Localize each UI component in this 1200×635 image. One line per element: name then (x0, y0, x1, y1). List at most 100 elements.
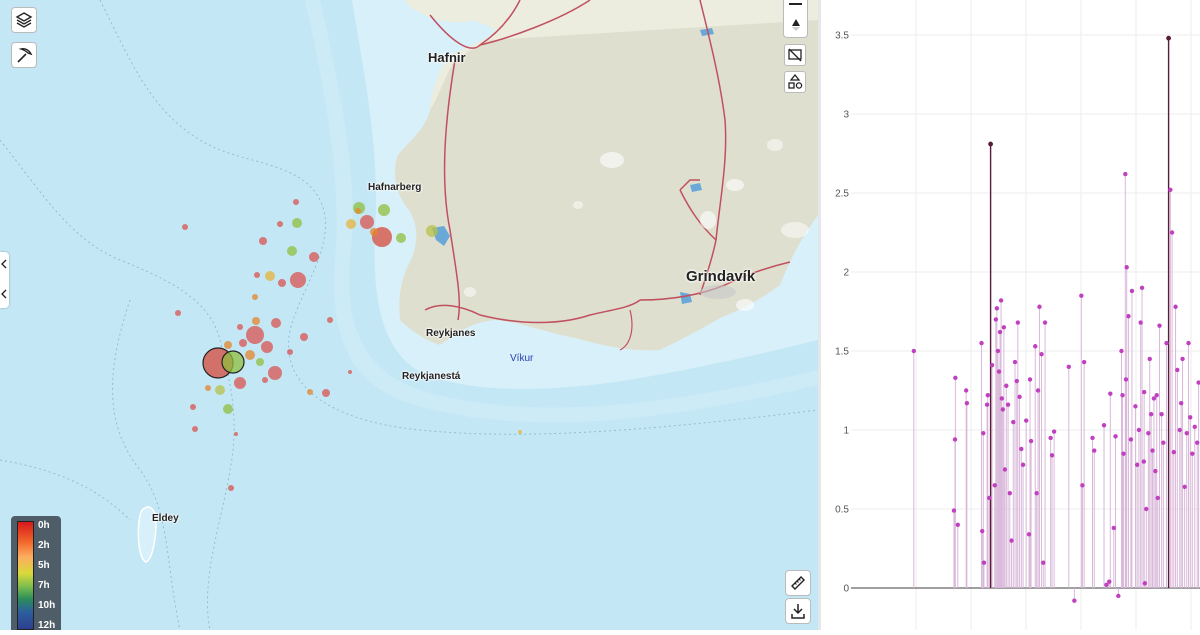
earthquake-marker[interactable] (265, 271, 275, 281)
chart-point[interactable] (1048, 435, 1053, 441)
chart-point[interactable] (1146, 430, 1151, 436)
chart-point[interactable] (1113, 434, 1118, 439)
chart-point[interactable] (1175, 367, 1180, 373)
chart-point[interactable] (1147, 356, 1152, 362)
chart-point[interactable] (1092, 448, 1097, 453)
chart-point[interactable] (1150, 448, 1155, 453)
chart-point[interactable] (1153, 468, 1158, 474)
earthquake-marker[interactable] (327, 317, 333, 323)
earthquake-marker[interactable] (234, 432, 238, 436)
chart-point[interactable] (1017, 394, 1022, 400)
chart-point[interactable] (1108, 391, 1113, 396)
chart-point[interactable] (997, 329, 1003, 335)
chart-point[interactable] (1042, 320, 1048, 325)
chart-point[interactable] (1123, 171, 1128, 177)
chart-point[interactable] (1034, 491, 1039, 496)
chart-point[interactable] (955, 522, 960, 527)
earthquake-marker[interactable] (355, 208, 361, 214)
chart-point[interactable] (1177, 427, 1182, 433)
chart-point[interactable] (1157, 323, 1162, 328)
hide-layer-button[interactable] (784, 44, 806, 66)
chart-point[interactable] (1005, 402, 1011, 407)
chart-point[interactable] (911, 348, 917, 354)
chart-point[interactable] (1141, 459, 1147, 464)
earthquake-marker[interactable] (268, 366, 282, 380)
chart-point[interactable] (1169, 230, 1175, 235)
chart-point[interactable] (1090, 435, 1095, 441)
chart-point[interactable] (1144, 506, 1149, 512)
chart-point[interactable] (1107, 579, 1112, 584)
collapse-tab[interactable] (0, 252, 9, 308)
chart-point[interactable] (1190, 451, 1195, 456)
chart-point[interactable] (1173, 304, 1178, 309)
earthquake-marker[interactable] (192, 426, 198, 432)
chart-point[interactable] (1155, 495, 1160, 501)
chart-point[interactable] (1124, 265, 1129, 270)
earthquake-marker[interactable] (277, 221, 283, 227)
earthquake-marker[interactable] (370, 228, 378, 236)
chart-point[interactable] (989, 363, 995, 368)
chart-point[interactable] (998, 298, 1004, 303)
earthquake-marker[interactable] (261, 341, 273, 353)
layers-button[interactable] (11, 7, 37, 33)
chart-point[interactable] (1001, 325, 1007, 330)
chart-point[interactable] (1159, 412, 1164, 417)
chart-point[interactable] (1027, 377, 1033, 382)
chart-point[interactable] (1171, 449, 1177, 455)
chart-point[interactable] (1020, 462, 1026, 467)
chart-point[interactable] (1019, 446, 1024, 452)
chart-point[interactable] (985, 393, 991, 398)
chart-point[interactable] (1180, 356, 1185, 362)
chart-point[interactable] (981, 560, 987, 565)
earthquake-marker[interactable] (256, 358, 264, 366)
chart-point[interactable] (979, 340, 984, 346)
earthquake-marker[interactable] (287, 246, 297, 256)
chart-point[interactable] (1072, 598, 1077, 603)
earthquake-marker[interactable] (234, 377, 246, 389)
chart-point[interactable] (1182, 484, 1187, 490)
chart-point[interactable] (1116, 593, 1121, 599)
earthquake-marker[interactable] (300, 333, 308, 341)
chart-point[interactable] (1129, 288, 1135, 294)
chart-point[interactable] (999, 396, 1004, 401)
earthquake-marker[interactable] (426, 225, 438, 237)
chart-point[interactable] (1164, 340, 1169, 346)
chart-point[interactable] (1168, 187, 1173, 193)
earthquake-marker[interactable] (221, 350, 245, 374)
earthquake-marker[interactable] (322, 389, 330, 397)
chart-point[interactable] (1186, 340, 1191, 346)
chart-point[interactable] (996, 369, 1002, 374)
chart-point[interactable] (1133, 404, 1138, 409)
earthquake-marker[interactable] (182, 224, 188, 230)
earthquake-marker[interactable] (346, 219, 356, 229)
chart-point[interactable] (1004, 383, 1009, 388)
chart-point[interactable] (1134, 462, 1140, 467)
chart-point[interactable] (1081, 359, 1087, 365)
chart-point[interactable] (1192, 424, 1197, 430)
earthquake-marker[interactable] (278, 279, 286, 287)
earthquake-marker[interactable] (205, 385, 211, 391)
earthquake-marker[interactable] (237, 324, 243, 330)
earthquake-marker[interactable] (252, 317, 260, 325)
chart-point[interactable] (964, 400, 970, 406)
earthquake-marker[interactable] (223, 404, 233, 414)
chart-point[interactable] (1126, 314, 1131, 319)
chart-point[interactable] (993, 317, 999, 322)
earthquake-marker[interactable] (254, 272, 260, 278)
chart-point[interactable] (992, 483, 997, 488)
chart-point[interactable] (1188, 415, 1193, 420)
chart-point[interactable] (1141, 389, 1147, 395)
chart-point[interactable] (1161, 440, 1166, 445)
chart-point[interactable] (1009, 538, 1014, 543)
earthquake-marker[interactable] (190, 404, 196, 410)
chart-point[interactable] (1026, 532, 1032, 537)
earthquake-marker[interactable] (215, 385, 225, 395)
earthquake-marker[interactable] (292, 218, 302, 228)
pickaxe-button[interactable] (11, 42, 37, 68)
chart-point[interactable] (994, 306, 1000, 311)
chart-point[interactable] (1012, 359, 1018, 365)
chart-point[interactable] (1051, 429, 1057, 434)
chart-point[interactable] (1121, 451, 1126, 456)
chart-point[interactable] (1139, 285, 1145, 290)
chart-point[interactable] (987, 495, 992, 501)
